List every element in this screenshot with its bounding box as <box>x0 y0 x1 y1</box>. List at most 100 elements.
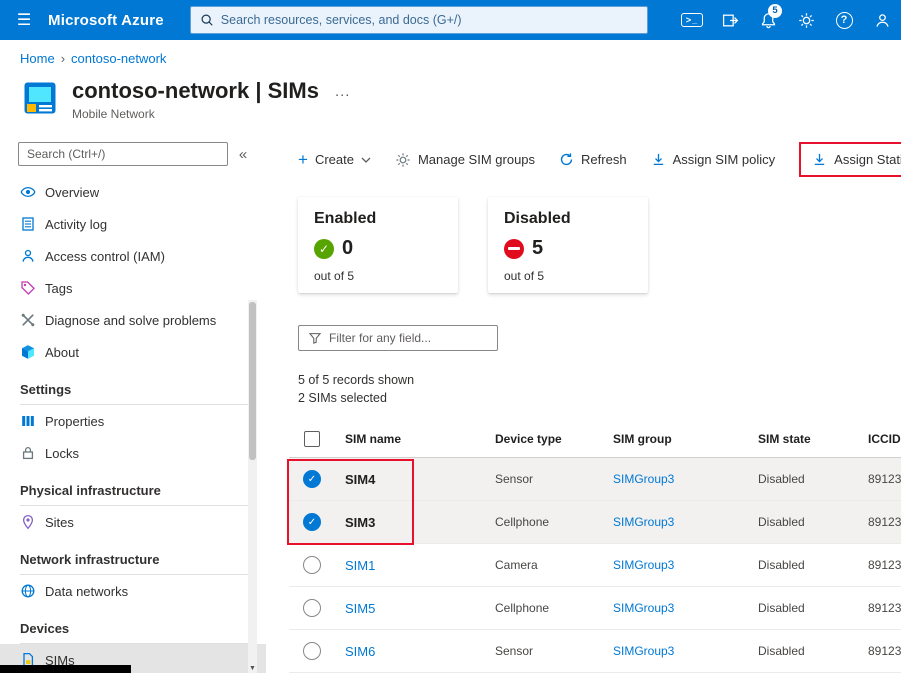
plus-icon: + <box>298 151 308 168</box>
sidebar-scrollbar[interactable]: ▼ <box>248 300 257 673</box>
enabled-card[interactable]: Enabled ✓ 0 out of 5 <box>298 197 458 293</box>
disabled-blocked-icon <box>504 239 524 259</box>
row-checkbox[interactable]: ✓ <box>303 513 321 531</box>
sidebar-item-access-control[interactable]: Access control (IAM) <box>0 240 266 272</box>
sim-group-link[interactable]: SIMGroup3 <box>603 644 748 658</box>
sidebar-collapse-icon[interactable]: « <box>234 146 252 163</box>
global-search-input[interactable] <box>221 13 638 27</box>
breadcrumb-home-link[interactable]: Home <box>20 51 55 66</box>
column-header-sim-group[interactable]: SIM group <box>603 432 748 446</box>
enabled-count: 0 <box>342 237 353 260</box>
sim-name-link[interactable]: SIM3 <box>335 515 485 530</box>
sidebar-group-physical-infrastructure: Physical infrastructure <box>20 475 250 506</box>
sidebar-item-tags[interactable]: Tags <box>0 272 266 304</box>
azure-brand-link[interactable]: Microsoft Azure <box>48 12 164 29</box>
iccid-cell: 891234 <box>858 472 901 486</box>
filter-input[interactable] <box>329 331 488 345</box>
notifications-button[interactable]: 5 <box>749 0 787 40</box>
row-checkbox[interactable]: ✓ <box>303 470 321 488</box>
device-type-cell: Cellphone <box>485 515 603 529</box>
sim-group-link[interactable]: SIMGroup3 <box>603 558 748 572</box>
global-search[interactable] <box>190 6 648 34</box>
page-subtitle: Mobile Network <box>72 107 350 121</box>
sim-state-cell: Disabled <box>748 558 858 572</box>
sidebar-item-overview[interactable]: Overview <box>0 176 266 208</box>
sim-name-link[interactable]: SIM6 <box>335 644 485 659</box>
azure-top-bar: ☰ Microsoft Azure >_ 5 ? <box>0 0 901 40</box>
disabled-count: 5 <box>532 237 543 260</box>
select-all-checkbox[interactable] <box>304 431 320 447</box>
cloud-shell-button[interactable]: >_ <box>673 0 711 40</box>
row-checkbox[interactable] <box>303 642 321 660</box>
iccid-cell: 891234 <box>858 515 901 529</box>
sidebar-item-data-networks[interactable]: Data networks <box>0 575 266 607</box>
sidebar-item-about[interactable]: About <box>0 336 266 368</box>
more-options-button[interactable]: ... <box>335 83 351 100</box>
device-type-cell: Camera <box>485 558 603 572</box>
feedback-account-button[interactable] <box>863 0 901 40</box>
chevron-down-icon <box>361 157 371 163</box>
table-row[interactable]: SIM1 Camera SIMGroup3 Disabled 891234 <box>289 544 901 587</box>
assign-static-ips-button[interactable]: Assign Static IPs <box>812 152 901 167</box>
directory-subscription-filter-button[interactable] <box>711 0 749 40</box>
settings-button[interactable] <box>787 0 825 40</box>
disabled-card[interactable]: Disabled 5 out of 5 <box>488 197 648 293</box>
sidebar-item-diagnose[interactable]: Diagnose and solve problems <box>0 304 266 336</box>
iccid-cell: 891234 <box>858 558 901 572</box>
sim-group-link[interactable]: SIMGroup3 <box>603 515 748 529</box>
main-content: + Create Manage SIM groups Refresh Assig… <box>283 134 901 673</box>
enabled-check-icon: ✓ <box>314 239 334 259</box>
gear-icon <box>395 152 411 168</box>
sidebar-item-sites[interactable]: Sites <box>0 506 266 538</box>
sidebar-item-label: Overview <box>45 185 99 200</box>
sidebar-item-properties[interactable]: Properties <box>0 405 266 437</box>
status-lines: 5 of 5 records shown 2 SIMs selected <box>298 371 901 407</box>
assign-static-ips-label: Assign Static IPs <box>834 152 901 167</box>
sim-state-cell: Disabled <box>748 601 858 615</box>
sidebar-item-label: Diagnose and solve problems <box>45 313 216 328</box>
row-checkbox[interactable] <box>303 556 321 574</box>
highlight-box-assign-static-ips: Assign Static IPs <box>799 142 901 177</box>
sidebar-item-label: About <box>45 345 79 360</box>
sim-name-link[interactable]: SIM5 <box>335 601 485 616</box>
sidebar-item-label: Activity log <box>45 217 107 232</box>
hamburger-menu-icon[interactable]: ☰ <box>0 0 48 40</box>
device-type-cell: Cellphone <box>485 601 603 615</box>
sim-group-link[interactable]: SIMGroup3 <box>603 601 748 615</box>
command-bar: + Create Manage SIM groups Refresh Assig… <box>289 134 901 177</box>
manage-sim-groups-button[interactable]: Manage SIM groups <box>395 152 535 168</box>
about-cube-icon <box>20 344 36 360</box>
help-button[interactable]: ? <box>825 0 863 40</box>
disabled-card-caption: out of 5 <box>504 269 632 283</box>
sim-state-cell: Disabled <box>748 515 858 529</box>
filter-field[interactable] <box>298 325 498 351</box>
refresh-button[interactable]: Refresh <box>559 152 627 167</box>
table-row[interactable]: ✓ SIM4 Sensor SIMGroup3 Disabled 891234 <box>289 458 901 501</box>
bottom-edge-bar <box>0 665 131 673</box>
sim-name-link[interactable]: SIM1 <box>335 558 485 573</box>
sidebar-item-label: Properties <box>45 414 104 429</box>
sim-group-link[interactable]: SIMGroup3 <box>603 472 748 486</box>
scrollbar-down-arrow-icon[interactable]: ▼ <box>248 665 257 672</box>
person-icon <box>874 12 891 29</box>
row-checkbox[interactable] <box>303 599 321 617</box>
sidebar-search-input[interactable] <box>18 142 228 166</box>
column-header-sim-state[interactable]: SIM state <box>748 432 858 446</box>
filter-funnel-icon <box>308 331 322 345</box>
table-row[interactable]: SIM5 Cellphone SIMGroup3 Disabled 891234 <box>289 587 901 630</box>
create-button[interactable]: + Create <box>298 151 371 168</box>
sidebar-item-locks[interactable]: Locks <box>0 437 266 469</box>
assign-sim-policy-label: Assign SIM policy <box>673 152 776 167</box>
column-header-iccid[interactable]: ICCID <box>858 432 901 446</box>
assign-sim-policy-button[interactable]: Assign SIM policy <box>651 152 776 167</box>
sidebar-scrollbar-thumb[interactable] <box>249 302 256 460</box>
column-header-sim-name[interactable]: SIM name <box>335 432 485 446</box>
page-title: contoso-network | SIMs <box>72 78 319 104</box>
sim-name-link[interactable]: SIM4 <box>335 472 485 487</box>
column-header-device-type[interactable]: Device type <box>485 432 603 446</box>
table-row[interactable]: ✓ SIM3 Cellphone SIMGroup3 Disabled 8912… <box>289 501 901 544</box>
table-row[interactable]: SIM6 Sensor SIMGroup3 Disabled 891234 <box>289 630 901 673</box>
sidebar-item-activity-log[interactable]: Activity log <box>0 208 266 240</box>
refresh-label: Refresh <box>581 152 627 167</box>
breadcrumb-resource-link[interactable]: contoso-network <box>71 51 166 66</box>
